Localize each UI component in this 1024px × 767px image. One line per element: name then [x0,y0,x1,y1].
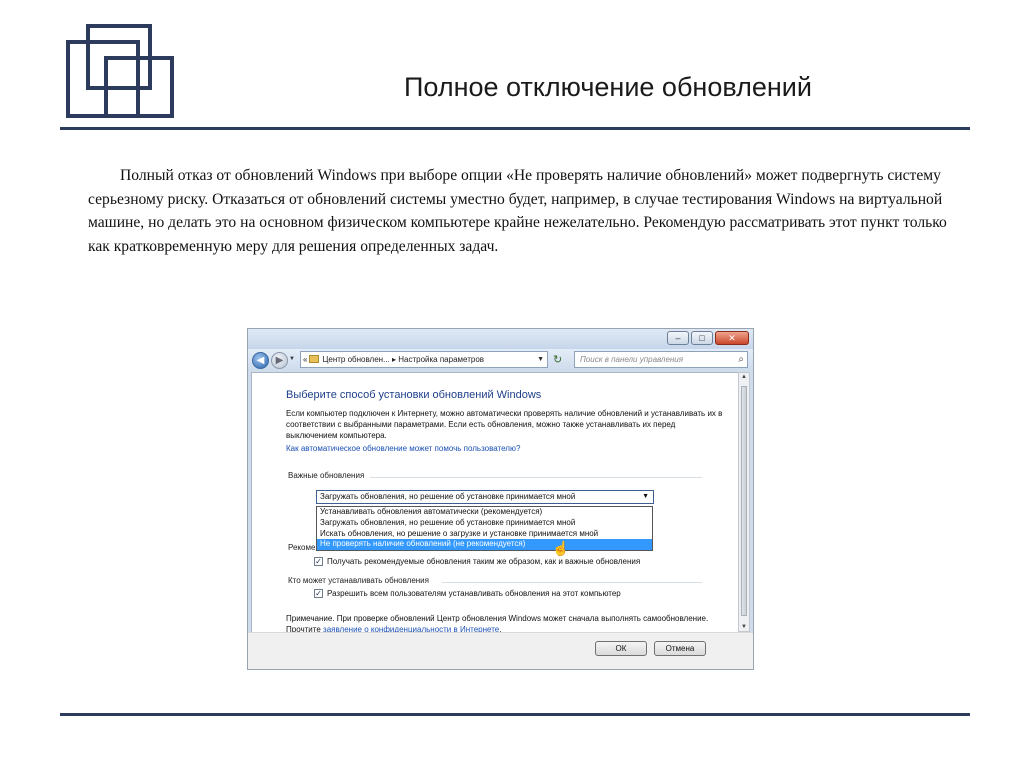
breadcrumb-update-center[interactable]: Центр обновлен... [322,355,389,364]
control-panel-folder-icon [309,355,320,363]
breadcrumb-separator-icon[interactable]: ▸ [392,355,396,364]
settings-intro-text: Если компьютер подключен к Интернету, мо… [286,409,723,441]
address-chevron-down-icon[interactable]: ▼ [537,352,544,367]
dropdown-option-selected[interactable]: Не проверять наличие обновлений (не реко… [317,539,652,551]
all-users-install-checkbox[interactable]: ✓ [314,589,323,598]
slide-body-text: Полный отказ от обновлений Windows при в… [88,167,947,255]
recommended-updates-label: Получать рекомендуемые обновления таким … [327,557,641,566]
settings-heading: Выберите способ установки обновлений Win… [286,389,542,401]
scroll-thumb[interactable] [741,386,747,616]
all-users-install-label: Разрешить всем пользователям устанавлива… [327,589,621,598]
vertical-scrollbar[interactable]: ▲ ▼ [738,372,750,632]
dropdown-option[interactable]: Искать обновления, но решение о загрузке… [317,529,652,540]
ok-button[interactable]: ОК [595,641,647,656]
maximize-button[interactable]: □ [691,331,713,345]
settings-content-pane: Выберите способ установки обновлений Win… [251,372,739,664]
close-button[interactable]: ✕ [715,331,749,345]
important-updates-dropdown-list: Устанавливать обновления автоматически (… [316,506,653,551]
search-icon[interactable]: ⌕ [738,352,744,367]
slide-title: Полное отключение обновлений [404,72,812,102]
dropdown-option[interactable]: Загружать обновления, но решение об уста… [317,518,652,529]
recommended-updates-checkbox[interactable]: ✓ [314,557,323,566]
search-input[interactable]: Поиск в панели управления ⌕ [574,351,748,368]
recent-pages-chevron-down-icon[interactable]: ▼ [289,356,295,362]
group-divider [370,477,702,478]
window-titlebar: – □ ✕ [248,329,753,349]
minimize-button[interactable]: – [667,331,689,345]
dialog-footer: ОК Отмена [248,632,753,669]
combo-selected-value: Загружать обновления, но решение об уста… [320,492,576,501]
forward-arrow-icon[interactable]: ▶ [271,352,288,369]
title-divider [60,127,970,130]
refresh-icon[interactable]: ↻ [553,353,562,366]
address-bar[interactable]: « Центр обновлен... ▸ Настройка параметро… [300,351,548,368]
back-arrow-icon[interactable]: ◀ [252,352,269,369]
important-updates-select[interactable]: Загружать обновления, но решение об уста… [316,490,654,504]
navigation-bar: ◀ ▶ ▼ « Центр обновлен... ▸ Настройка пар… [248,349,753,371]
windows-update-settings-window: – □ ✕ ◀ ▶ ▼ « Центр обновлен... ▸ Настрой… [247,328,754,670]
cancel-button[interactable]: Отмена [654,641,706,656]
recommended-updates-group-label: Рекоме [288,543,316,552]
logo-squares-icon [66,24,174,118]
dropdown-option[interactable]: Устанавливать обновления автоматически (… [317,507,652,518]
scroll-up-icon[interactable]: ▲ [739,374,749,380]
important-updates-group-label: Важные обновления [288,471,365,480]
who-can-install-group-label: Кто может устанавливать обновления [288,576,429,585]
bottom-divider [60,713,970,716]
scroll-down-icon[interactable]: ▼ [739,624,749,630]
help-link[interactable]: Как автоматическое обновление может помо… [286,444,520,453]
group-divider [442,582,702,583]
mouse-pointer-icon: ☝ [552,540,570,556]
breadcrumb-settings[interactable]: Настройка параметров [398,355,484,364]
chevron-down-icon[interactable]: ▼ [642,491,649,503]
search-placeholder: Поиск в панели управления [580,355,684,364]
address-overflow-icon[interactable]: « [303,355,307,364]
